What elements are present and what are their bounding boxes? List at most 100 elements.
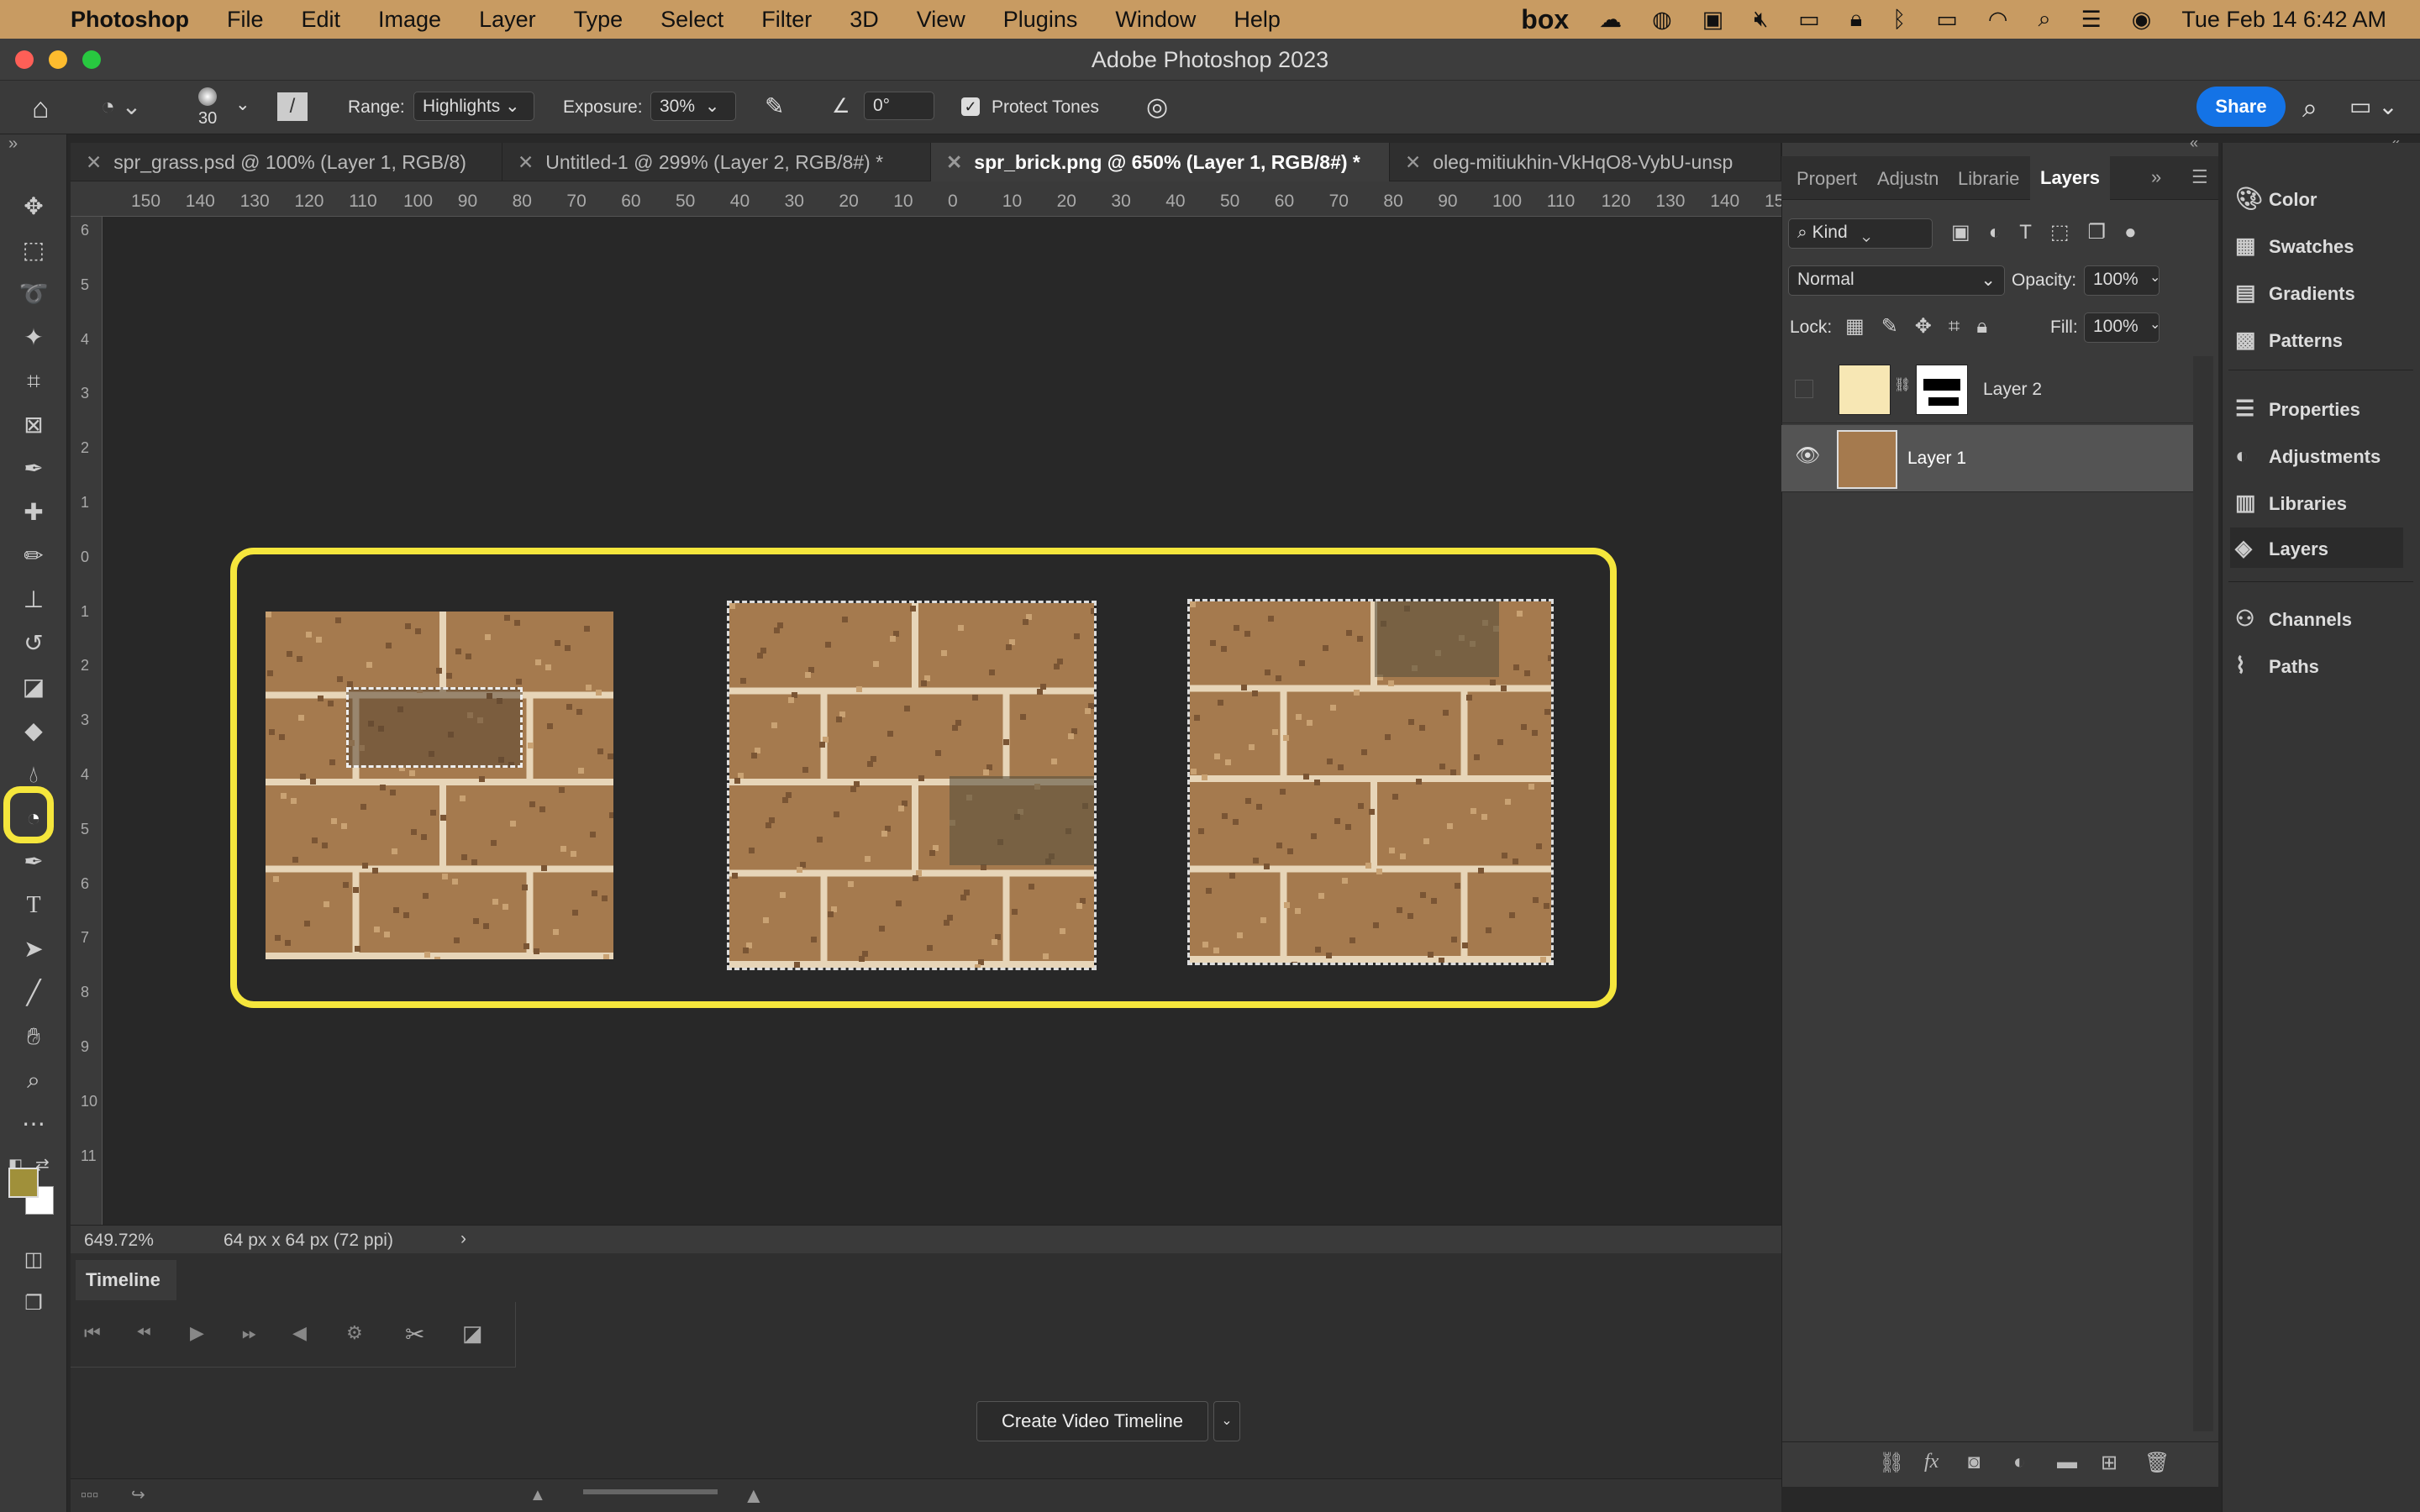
lasso-tool-icon[interactable]: ➰: [18, 279, 49, 309]
close-tab-icon[interactable]: ✕: [518, 151, 534, 173]
lock-position-icon[interactable]: ✥: [1915, 315, 1949, 338]
close-window-button[interactable]: [15, 50, 34, 69]
fill-input[interactable]: 100%: [2084, 312, 2160, 343]
new-layer-icon[interactable]: ⊞: [2101, 1451, 2118, 1475]
layers-scrollbar[interactable]: [2193, 356, 2213, 1431]
brush-tool-icon[interactable]: ✏: [18, 541, 49, 571]
menu-window[interactable]: Window: [1115, 7, 1196, 33]
document-info[interactable]: 64 px x 64 px (72 ppi): [224, 1231, 393, 1251]
layer-name[interactable]: Layer 1: [1907, 449, 1966, 469]
tab-properties[interactable]: Propert: [1797, 168, 1857, 190]
creative-cloud-icon[interactable]: ☁: [1599, 7, 1622, 33]
filter-adjustment-icon[interactable]: ◐: [1989, 221, 2020, 244]
settings-icon[interactable]: ⚙: [346, 1322, 363, 1344]
tab-adjustments[interactable]: Adjustn: [1877, 168, 1939, 190]
filter-toggle-icon[interactable]: ●: [2124, 221, 2155, 244]
blend-mode-select[interactable]: Normal ⌄: [1788, 265, 2005, 296]
previous-frame-icon[interactable]: ⏪︎: [136, 1322, 151, 1344]
filter-shape-icon[interactable]: ⬚: [2050, 221, 2088, 244]
chevron-down-icon[interactable]: ⌄: [2149, 269, 2160, 286]
siri-icon[interactable]: ◉: [2132, 7, 2152, 33]
magic-wand-tool-icon[interactable]: ✦: [18, 323, 49, 353]
filter-kind-select[interactable]: ⌕ Kind ⌄: [1788, 218, 1933, 249]
chevron-down-icon[interactable]: ⌄: [235, 94, 250, 115]
opacity-input[interactable]: 100%: [2084, 265, 2160, 296]
convert-icon[interactable]: ↪: [131, 1484, 145, 1505]
wifi-icon[interactable]: ◠: [1988, 7, 2008, 33]
foreground-color-swatch[interactable]: [8, 1168, 39, 1198]
close-tab-icon[interactable]: ✕: [1405, 151, 1421, 173]
zoom-slider[interactable]: [583, 1489, 718, 1494]
menu-plugins[interactable]: Plugins: [1003, 7, 1078, 33]
chevron-down-icon[interactable]: ⌄: [1213, 1401, 1240, 1441]
zoom-tool-icon[interactable]: ⌕: [18, 1065, 49, 1095]
path-selection-tool-icon[interactable]: ➤: [18, 934, 49, 964]
filter-pixel-icon[interactable]: ▣: [1951, 221, 1989, 244]
collapse-toolbar-icon[interactable]: »: [8, 134, 18, 154]
visibility-toggle-off[interactable]: [1795, 380, 1813, 398]
tab-libraries[interactable]: Librarie: [1958, 168, 2019, 190]
pressure-icon[interactable]: ◎: [1146, 92, 1168, 122]
dock-color[interactable]: 🎨︎ Color: [2235, 178, 2408, 218]
pen-tool-icon[interactable]: ✒: [18, 847, 49, 877]
brush-preview-icon[interactable]: [198, 87, 217, 106]
new-group-icon[interactable]: ▬: [2057, 1451, 2077, 1474]
eraser-tool-icon[interactable]: ◪: [18, 672, 49, 702]
lock-transparent-icon[interactable]: ▦: [1845, 315, 1881, 338]
mute-icon[interactable]: 🔇︎: [1754, 6, 1768, 33]
line-tool-icon[interactable]: ╱: [18, 978, 49, 1008]
frame-tool-icon[interactable]: ⊠: [18, 410, 49, 440]
brush-size[interactable]: 30: [198, 109, 217, 129]
new-adjustment-icon[interactable]: ◐: [2013, 1451, 2026, 1474]
share-button[interactable]: Share: [2196, 87, 2286, 127]
layer-style-icon[interactable]: fx: [1924, 1451, 1939, 1473]
battery-icon[interactable]: ▭: [1936, 7, 1958, 33]
menu-view[interactable]: View: [917, 7, 965, 33]
healing-brush-tool-icon[interactable]: ✚: [18, 497, 49, 528]
airbrush-icon[interactable]: ✎: [765, 92, 784, 120]
paint-bucket-tool-icon[interactable]: ◆: [18, 716, 49, 746]
crop-tool-icon[interactable]: ⌗: [18, 366, 49, 396]
protect-tones-checkbox[interactable]: ✓: [961, 97, 980, 116]
screen-mode-icon[interactable]: ❐: [18, 1289, 49, 1319]
menu-type[interactable]: Type: [574, 7, 623, 33]
workspace-icon[interactable]: ▭ ⌄: [2349, 92, 2398, 120]
menu-layer[interactable]: Layer: [479, 7, 536, 33]
eye-icon[interactable]: 👁︎: [1795, 444, 1820, 468]
zoom-window-button[interactable]: [82, 50, 101, 69]
lock-all-icon[interactable]: 🔒︎: [1976, 315, 2004, 338]
blur-tool-icon[interactable]: 💧︎: [18, 759, 49, 790]
dock-gradients[interactable]: ▤ Gradients: [2235, 272, 2408, 312]
more-tools-icon[interactable]: ⋯: [18, 1109, 49, 1139]
first-frame-icon[interactable]: ⏮: [84, 1322, 101, 1344]
tab-untitled-1[interactable]: ✕ Untitled-1 @ 299% (Layer 2, RGB/8#) *: [502, 143, 931, 181]
zoom-out-icon[interactable]: ▲: [529, 1486, 546, 1505]
layer-row-layer-1[interactable]: 👁︎ Layer 1: [1781, 425, 2193, 492]
layer-name[interactable]: Layer 2: [1983, 380, 2042, 400]
panel-collapse-icon[interactable]: «: [2190, 134, 2198, 152]
angle-input[interactable]: 0°: [864, 92, 934, 120]
link-layers-icon[interactable]: ⛓: [1879, 1451, 1904, 1475]
dock-layers[interactable]: ◈ Layers: [2230, 528, 2403, 568]
filter-type-icon[interactable]: T: [2019, 221, 2050, 244]
globe-icon[interactable]: ◍: [1652, 7, 1672, 33]
chevron-down-icon[interactable]: ⌄: [2149, 316, 2160, 333]
dock-patterns[interactable]: ▩ Patterns: [2235, 319, 2408, 360]
box-icon[interactable]: box: [1521, 4, 1569, 35]
minimize-window-button[interactable]: [49, 50, 67, 69]
marquee-tool-icon[interactable]: ⬚: [18, 235, 49, 265]
transition-icon[interactable]: ◪: [462, 1320, 483, 1347]
play-icon[interactable]: ▶: [190, 1322, 204, 1344]
dock-paths[interactable]: ⌇ Paths: [2235, 645, 2408, 685]
delete-layer-icon[interactable]: 🗑︎: [2144, 1451, 2170, 1475]
menu-select[interactable]: Select: [660, 7, 723, 33]
menu-filter[interactable]: Filter: [761, 7, 812, 33]
close-tab-icon[interactable]: ✕: [946, 151, 962, 173]
create-video-timeline-button[interactable]: Create Video Timeline: [976, 1401, 1208, 1441]
brush-settings-icon[interactable]: /: [277, 92, 308, 121]
expand-panels-icon[interactable]: »: [2151, 166, 2161, 188]
tab-oleg-mitiukhin[interactable]: ✕ oleg-mitiukhin-VkHqO8-VybU-unsp: [1390, 143, 1781, 181]
link-icon[interactable]: ⛓: [1894, 376, 1911, 393]
zoom-in-icon[interactable]: ▲: [743, 1483, 765, 1509]
move-tool-icon[interactable]: ✥: [18, 192, 49, 222]
